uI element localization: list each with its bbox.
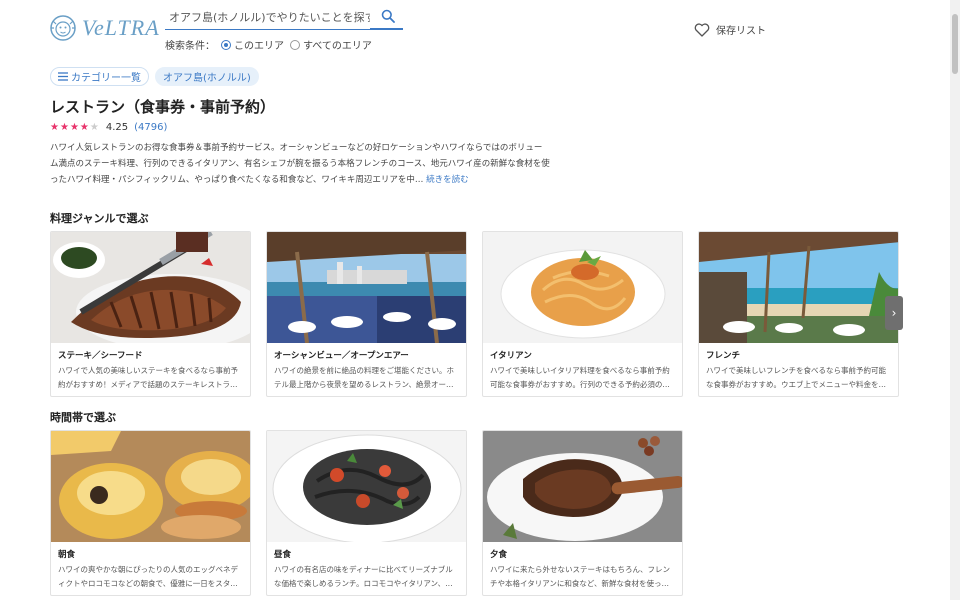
description-text: ハワイ人気レストランのお得な食事券＆事前予約サービス。オーシャンビューなどの好ロ… — [50, 143, 550, 185]
card-breakfast[interactable]: 朝食 ハワイの爽やかな朝にぴったりの人気のエッグベネディクトやロコモコなどの朝食… — [50, 430, 251, 596]
card-description: ハワイで美味しいイタリア料理を食べるなら事前予約可能な食事券がおすすめ。行列ので… — [490, 366, 670, 389]
french-restaurant-photo — [699, 232, 898, 343]
scrollbar-thumb[interactable] — [952, 14, 958, 74]
cuisine-section-title: 料理ジャンルで選ぶ — [50, 212, 149, 225]
star-icon: ★ — [50, 122, 59, 133]
star-icon: ★ — [69, 122, 79, 133]
rating: ★ ★ ★ ★ ★ 4.25 (4796) — [50, 122, 167, 133]
star-icon: ★ — [79, 122, 89, 133]
area-chip[interactable]: オアフ島(ホノルル) — [155, 67, 259, 86]
page-scrollbar[interactable] — [950, 0, 960, 600]
save-list-link[interactable]: 保存リスト — [694, 22, 766, 37]
read-more-link[interactable]: 続きを読む — [426, 175, 469, 185]
chevron-right-icon: › — [891, 306, 897, 320]
card-title: ステーキ／シーフード — [58, 351, 143, 361]
star-icon: ★ — [59, 122, 69, 133]
search-input[interactable] — [165, 6, 370, 29]
search-box — [165, 6, 403, 30]
search-condition-label: 検索条件： — [165, 41, 215, 52]
review-count-link[interactable]: (4796) — [134, 122, 167, 133]
card-french[interactable]: フレンチ ハワイで美味しいフレンチを食べるなら事前予約可能な食事券がおすすめ。ウ… — [698, 231, 899, 397]
card-description: ハワイの絶景を前に絶品の料理をご堪能ください。ホテル最上階から夜景を望めるレスト… — [274, 366, 454, 389]
category-list-button[interactable]: カテゴリー一覧 — [50, 67, 149, 86]
search-condition: 検索条件： このエリア すべてのエリア — [165, 37, 372, 52]
card-description: ハワイに来たら外せないステーキはもちろん、フレンチや本格イタリアンに和食など、新… — [490, 565, 670, 588]
carousel-next-button[interactable]: › — [885, 296, 903, 330]
card-dinner[interactable]: 夕食 ハワイに来たら外せないステーキはもちろん、フレンチや本格イタリアンに和食な… — [482, 430, 683, 596]
radio-this-area[interactable] — [221, 39, 231, 50]
logo-text: VeLTRA — [82, 15, 160, 40]
ocean-view-photo — [267, 232, 466, 343]
radio-all-areas[interactable] — [290, 39, 300, 50]
category-description: ハワイ人気レストランのお得な食事券＆事前予約サービス。オーシャンビューなどの好ロ… — [50, 140, 550, 188]
card-description: ハワイの爽やかな朝にぴったりの人気のエッグベネディクトやロコモコなどの朝食で、優… — [58, 565, 238, 588]
card-description: ハワイで人気の美味しいステーキを食べるなら事前予約がおすすめ！メディアで話題のス… — [58, 366, 238, 389]
chip-bar: カテゴリー一覧 オアフ島(ホノルル) — [50, 67, 259, 86]
lunch-photo — [267, 431, 466, 542]
dinner-photo — [483, 431, 682, 542]
steak-photo — [51, 232, 250, 343]
star-empty-icon: ★ — [89, 122, 99, 133]
save-list-label: 保存リスト — [716, 26, 766, 37]
lion-logo-icon — [50, 15, 76, 41]
card-title: 昼食 — [274, 550, 292, 560]
veltra-logo[interactable]: VeLTRA — [48, 14, 160, 42]
radio-all-areas-label[interactable]: すべてのエリア — [303, 37, 372, 52]
breakfast-photo — [51, 431, 250, 542]
time-section-title: 時間帯で選ぶ — [50, 411, 116, 424]
search-icon[interactable] — [381, 9, 395, 23]
card-steak-seafood[interactable]: ステーキ／シーフード ハワイで人気の美味しいステーキを食べるなら事前予約がおすす… — [50, 231, 251, 397]
card-description: ハワイの有名店の味をディナーに比べてリーズナブルな価格で楽しめるランチ。ロコモコ… — [274, 565, 453, 588]
menu-icon — [58, 72, 68, 81]
card-italian[interactable]: イタリアン ハワイで美味しいイタリア料理を食べるなら事前予約可能な食事券がおすす… — [482, 231, 683, 397]
card-title: イタリアン — [490, 351, 532, 361]
card-title: オーシャンビュー／オープンエアー — [274, 351, 409, 361]
site-header: VeLTRA 検索条件： このエリア すべてのエリア 保存リスト — [0, 0, 950, 60]
card-title: 朝食 — [58, 550, 76, 560]
page-title: レストラン（食事券・事前予約） — [50, 98, 276, 116]
radio-this-area-label[interactable]: このエリア — [234, 37, 284, 52]
card-title: 夕食 — [490, 550, 508, 560]
category-list-label: カテゴリー一覧 — [71, 73, 141, 84]
rating-value: 4.25 — [105, 122, 129, 133]
heart-icon — [694, 22, 710, 37]
card-description: ハワイで美味しいフレンチを食べるなら事前予約可能な食事券がおすすめ。ウエブ上でメ… — [706, 366, 886, 389]
card-lunch[interactable]: 昼食 ハワイの有名店の味をディナーに比べてリーズナブルな価格で楽しめるランチ。ロ… — [266, 430, 467, 596]
card-title: フレンチ — [706, 351, 741, 361]
card-ocean-view[interactable]: オーシャンビュー／オープンエアー ハワイの絶景を前に絶品の料理をご堪能ください。… — [266, 231, 467, 397]
pasta-photo — [483, 232, 682, 343]
